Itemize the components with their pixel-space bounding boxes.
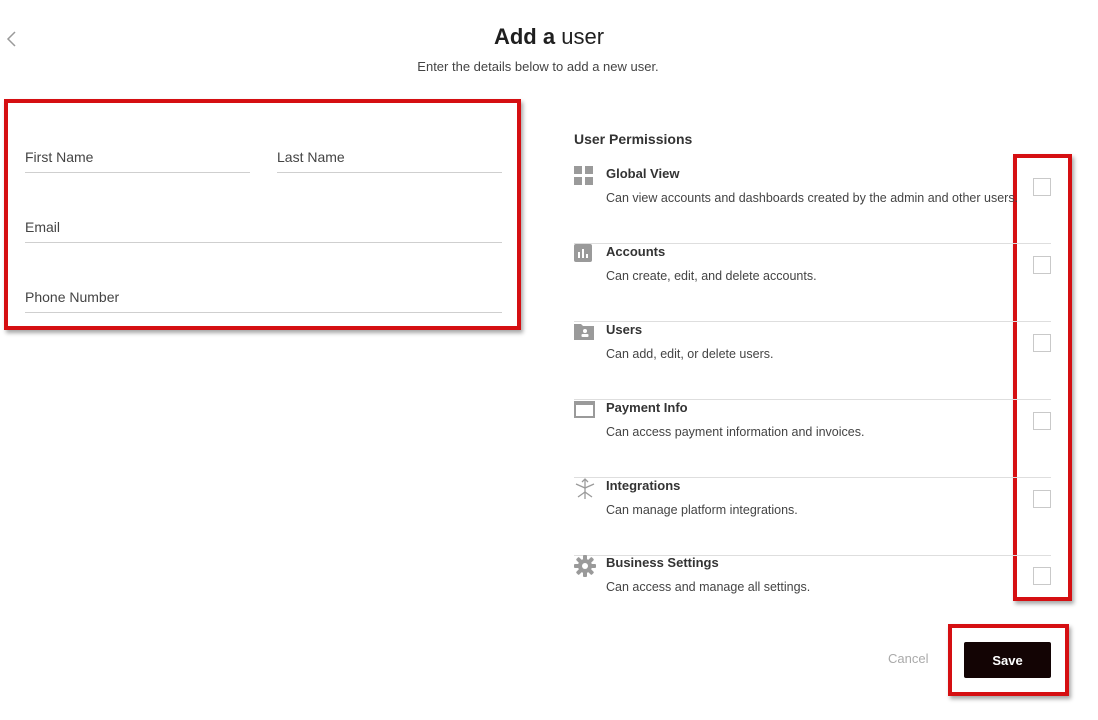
permission-business-settings: Business Settings Can access and manage … [574,555,1051,633]
accounts-checkbox[interactable] [1033,256,1051,274]
permission-users: Users Can add, edit, or delete users. [574,322,1051,400]
business-settings-checkbox[interactable] [1033,567,1051,585]
permissions-title: User Permissions [574,131,693,147]
last-name-input[interactable] [277,141,502,172]
integrations-icon [574,478,596,500]
window-icon [574,400,596,422]
page-title-bold: Add a [493,24,556,49]
user-folder-icon [574,322,596,344]
grid-icon [574,166,596,188]
global-view-checkbox[interactable] [1033,178,1051,196]
page-subtitle: Enter the details below to add a new use… [417,59,659,74]
permission-description: Can access payment information and invoi… [606,425,865,439]
cancel-button[interactable]: Cancel [888,651,928,666]
users-checkbox[interactable] [1033,334,1051,352]
save-button[interactable]: Save [964,642,1051,678]
permission-global-view: Global View Can view accounts and dashbo… [574,166,1051,244]
page-title: Add a user [0,24,1098,50]
permission-description: Can manage platform integrations. [606,503,798,517]
email-field [25,211,502,243]
permission-description: Can access and manage all settings. [606,580,811,594]
permission-integrations: Integrations Can manage platform integra… [574,478,1051,556]
integrations-checkbox[interactable] [1033,490,1051,508]
permission-description: Can create, edit, and delete accounts. [606,269,817,283]
bar-chart-icon [574,244,596,266]
gear-icon [574,555,596,577]
permission-description: Can add, edit, or delete users. [606,347,774,361]
first-name-field [25,141,250,173]
permission-name: Payment Info [606,400,688,415]
permission-name: Business Settings [606,555,719,570]
permission-name: Global View [606,166,680,181]
payment-info-checkbox[interactable] [1033,412,1051,430]
permission-name: Integrations [606,478,681,493]
permission-accounts: Accounts Can create, edit, and delete ac… [574,244,1051,322]
phone-input[interactable] [25,281,502,312]
last-name-field [277,141,502,173]
permission-name: Accounts [606,244,666,259]
phone-field [25,281,502,313]
page-title-light: user [561,24,605,49]
permission-name: Users [606,322,643,337]
email-input[interactable] [25,211,502,242]
first-name-input[interactable] [25,141,250,172]
permission-description: Can view accounts and dashboards created… [606,191,1019,205]
permission-payment-info: Payment Info Can access payment informat… [574,400,1051,478]
